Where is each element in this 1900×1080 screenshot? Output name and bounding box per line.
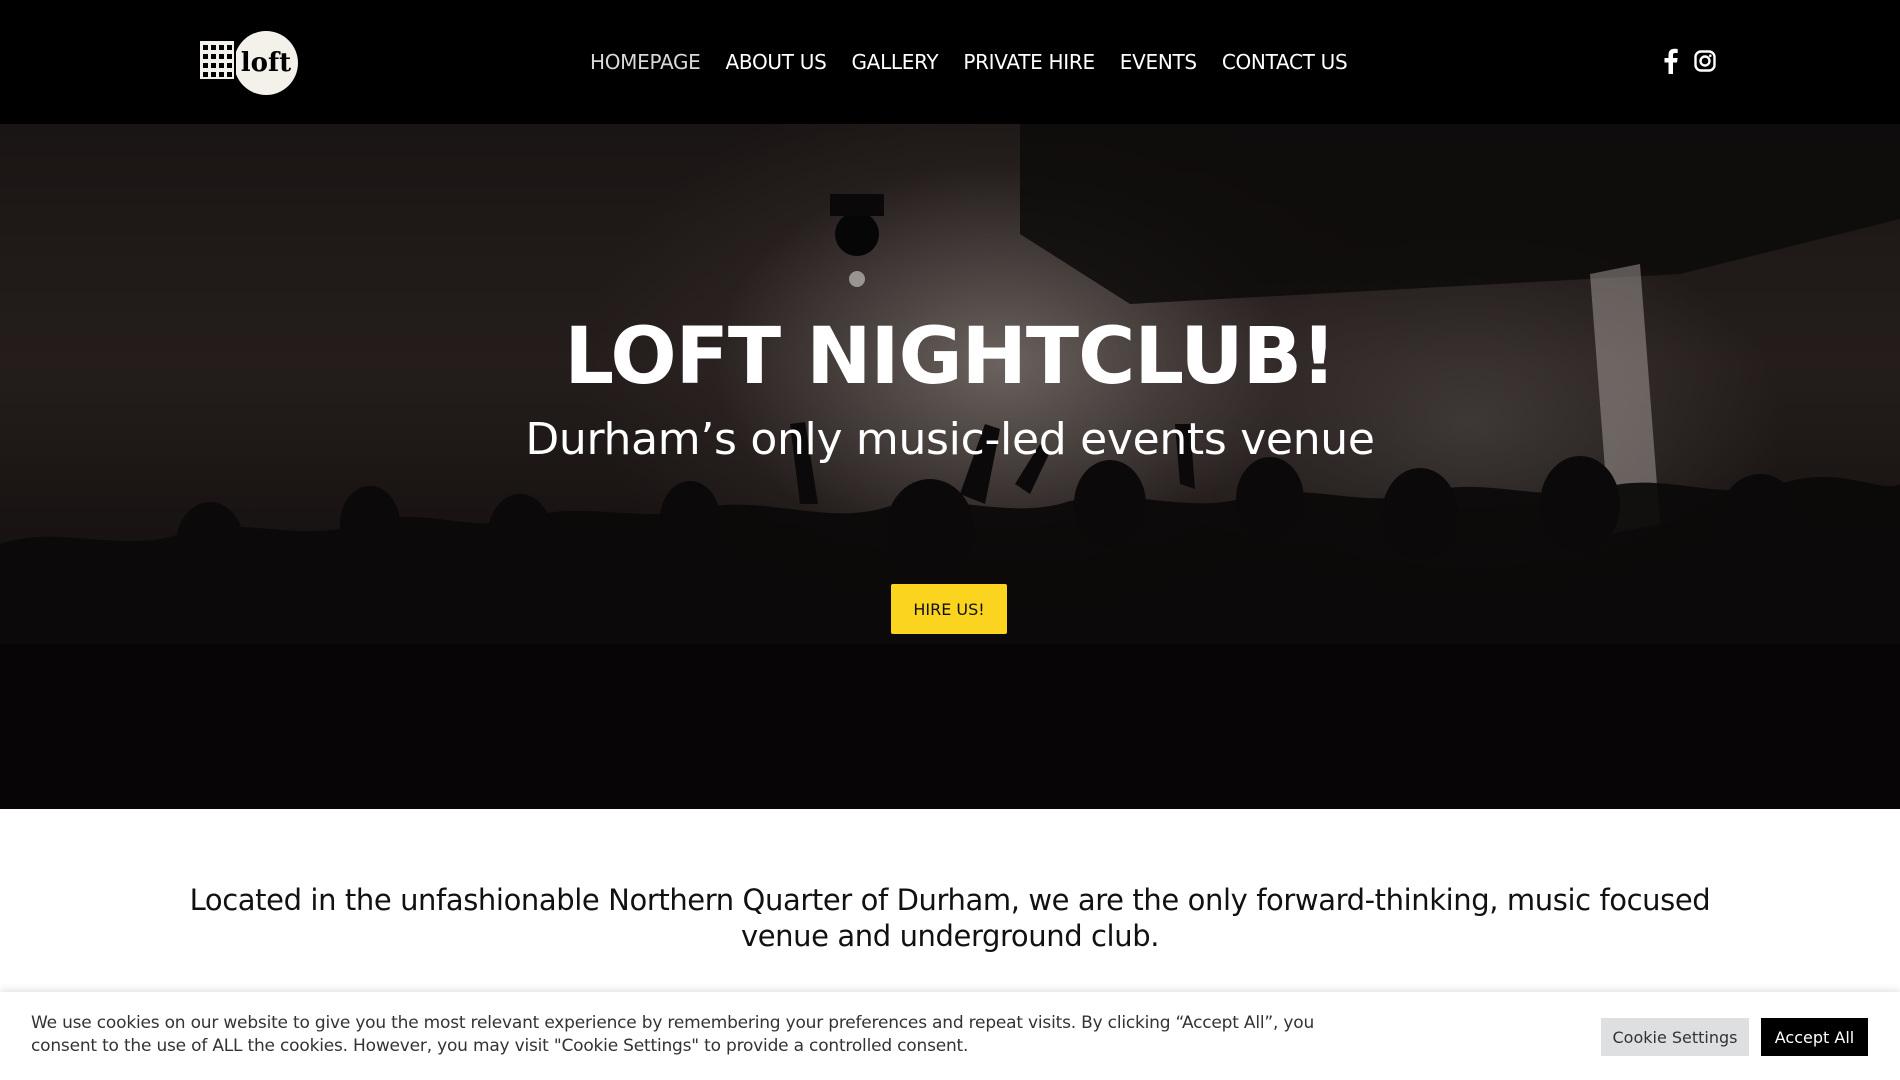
site-header: loft HOMEPAGE ABOUT US GALLERY PRIVATE H… (0, 0, 1900, 124)
loft-logo[interactable]: loft (197, 28, 302, 98)
cookie-message: We use cookies on our website to give yo… (31, 1013, 1315, 1056)
nav-private-hire[interactable]: PRIVATE HIRE (963, 50, 1095, 74)
nav-events[interactable]: EVENTS (1120, 50, 1197, 74)
hire-us-button[interactable]: HIRE US! (891, 584, 1007, 634)
accept-all-button[interactable]: Accept All (1761, 1018, 1868, 1056)
intro-text: Located in the unfashionable Northern Qu… (189, 883, 1711, 953)
logo-text: loft (241, 48, 291, 78)
nav-homepage[interactable]: HOMEPAGE (590, 50, 701, 74)
nav-about-us[interactable]: ABOUT US (726, 50, 827, 74)
cookie-consent-bar: We use cookies on our website to give yo… (0, 992, 1900, 1080)
cookie-settings-button[interactable]: Cookie Settings (1601, 1018, 1749, 1056)
crowd-photo (0, 124, 1900, 809)
social-links (1660, 48, 1716, 74)
hero-title: LOFT NIGHTCLUB! (564, 312, 1336, 402)
main-nav: HOMEPAGE ABOUT US GALLERY PRIVATE HIRE E… (590, 0, 1372, 124)
nav-gallery[interactable]: GALLERY (851, 50, 938, 74)
hero-subtitle: Durham’s only music-led events venue (525, 414, 1375, 465)
hero-section: LOFT NIGHTCLUB! Durham’s only music-led … (0, 124, 1900, 809)
instagram-icon[interactable] (1694, 48, 1716, 74)
facebook-icon[interactable] (1660, 48, 1682, 74)
nav-contact-us[interactable]: CONTACT US (1222, 50, 1348, 74)
